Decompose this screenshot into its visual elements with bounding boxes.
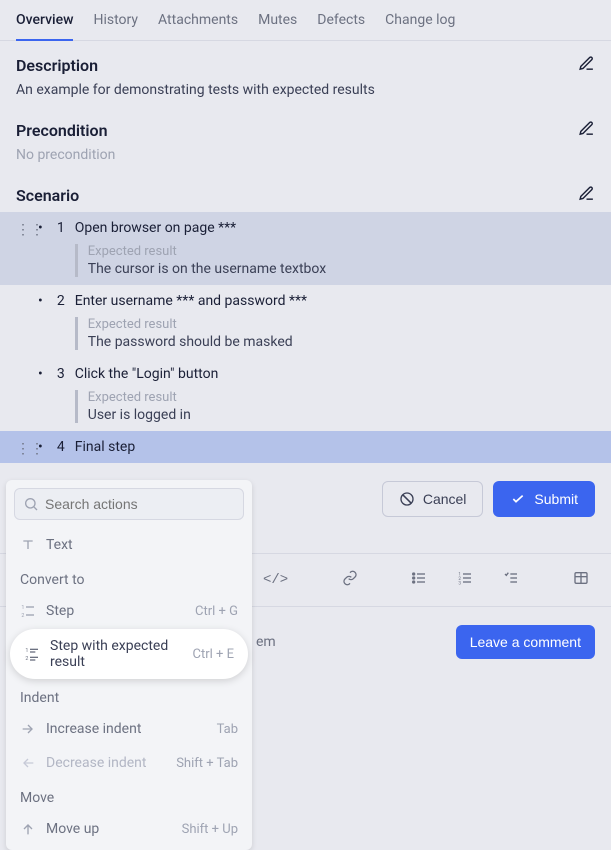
menu-item-move-up[interactable]: Move up Shift + Up <box>6 812 252 846</box>
step-text[interactable]: Final step <box>75 437 603 457</box>
step-expected-icon: 12 <box>24 646 40 662</box>
menu-item-shortcut: Ctrl + G <box>195 604 238 619</box>
expected-label: Expected result <box>88 317 603 332</box>
expected-label: Expected result <box>88 244 603 259</box>
submit-button[interactable]: Submit <box>493 481 595 517</box>
step-icon: 12 <box>20 603 36 619</box>
step-text[interactable]: Click the "Login" button <box>75 364 603 384</box>
tabs: Overview History Attachments Mutes Defec… <box>0 0 611 40</box>
step-text[interactable]: Enter username *** and password *** <box>75 291 603 311</box>
svg-text:1: 1 <box>25 648 28 654</box>
bullet-icon: • <box>38 439 43 455</box>
cancel-icon <box>399 491 415 507</box>
description-title: Description <box>16 56 98 75</box>
menu-item-label: Text <box>46 537 238 553</box>
scenario-step[interactable]: ⋮⋮ • 2 Enter username *** and password *… <box>0 285 611 358</box>
svg-text:3: 3 <box>459 581 462 586</box>
checklist-button[interactable] <box>497 566 525 594</box>
menu-search[interactable] <box>14 488 244 520</box>
svg-text:2: 2 <box>25 656 28 662</box>
tab-overview[interactable]: Overview <box>16 12 73 41</box>
cancel-label: Cancel <box>423 491 467 507</box>
tab-history[interactable]: History <box>93 12 138 40</box>
precondition-section: Precondition No precondition <box>0 98 611 163</box>
indent-right-icon <box>20 721 36 737</box>
leave-comment-button[interactable]: Leave a comment <box>456 625 595 659</box>
scenario-step[interactable]: ⋮⋮ • 4 Final step <box>0 431 611 463</box>
drag-handle-icon[interactable]: ⋮⋮ <box>16 441 28 457</box>
step-number: 2 <box>53 293 65 309</box>
scenario-title: Scenario <box>16 186 79 205</box>
bullet-icon: • <box>38 293 43 309</box>
table-button[interactable] <box>567 566 595 594</box>
expected-text[interactable]: The password should be masked <box>88 334 603 350</box>
step-text[interactable]: Open browser on page *** <box>75 218 603 238</box>
bullet-icon: • <box>38 366 43 382</box>
menu-item-shortcut: Shift + Tab <box>176 756 238 771</box>
edit-description-icon[interactable] <box>578 55 595 76</box>
bullet-list-button[interactable] <box>405 566 433 594</box>
step-number: 3 <box>53 366 65 382</box>
scenario-step[interactable]: ⋮⋮ • 1 Open browser on page *** Expected… <box>0 212 611 285</box>
menu-item-step-expected[interactable]: 12 Step with expected result Ctrl + E <box>10 629 248 679</box>
menu-group-move: Move <box>6 780 252 812</box>
indent-left-icon <box>20 755 36 771</box>
text-icon <box>20 537 36 553</box>
menu-item-label: Step <box>46 603 185 619</box>
step-number: 4 <box>53 439 65 455</box>
description-section: Description An example for demonstrating… <box>0 41 611 98</box>
expected-text[interactable]: The cursor is on the username textbox <box>88 261 603 277</box>
check-icon <box>510 491 526 507</box>
tab-mutes[interactable]: Mutes <box>258 12 297 40</box>
menu-item-shortcut: Shift + Up <box>182 822 238 837</box>
menu-item-decrease-indent[interactable]: Decrease indent Shift + Tab <box>6 746 252 780</box>
menu-item-label: Increase indent <box>46 721 207 737</box>
drag-handle-icon[interactable]: ⋮⋮ <box>16 222 28 238</box>
tab-changelog[interactable]: Change log <box>385 12 455 40</box>
menu-item-increase-indent[interactable]: Increase indent Tab <box>6 712 252 746</box>
menu-group-indent: Indent <box>6 680 252 712</box>
svg-text:2: 2 <box>21 613 24 619</box>
actions-menu: Text Convert to 12 Step Ctrl + G 12 Step… <box>6 480 252 850</box>
code-button[interactable]: </> <box>257 568 294 592</box>
menu-item-shortcut: Tab <box>217 722 238 737</box>
tab-defects[interactable]: Defects <box>317 12 365 40</box>
step-number: 1 <box>53 220 65 236</box>
edit-precondition-icon[interactable] <box>578 120 595 141</box>
svg-text:1: 1 <box>21 605 24 611</box>
description-body: An example for demonstrating tests with … <box>16 82 595 98</box>
menu-group-convert: Convert to <box>6 562 252 594</box>
menu-item-label: Decrease indent <box>46 755 166 771</box>
link-button[interactable] <box>336 566 364 594</box>
submit-label: Submit <box>534 491 578 507</box>
menu-item-label: Move up <box>46 821 172 837</box>
menu-search-input[interactable] <box>45 496 235 512</box>
expected-text[interactable]: User is logged in <box>88 407 603 423</box>
expected-label: Expected result <box>88 390 603 405</box>
edit-scenario-icon[interactable] <box>578 185 595 206</box>
scenario-section: Scenario ⋮⋮ • 1 Open browser on page ***… <box>0 163 611 463</box>
tab-attachments[interactable]: Attachments <box>158 12 238 40</box>
bullet-icon: • <box>38 220 43 236</box>
menu-item-shortcut: Ctrl + E <box>193 647 235 662</box>
arrow-up-icon <box>20 821 36 837</box>
menu-item-label: Step with expected result <box>50 638 183 670</box>
precondition-title: Precondition <box>16 121 108 140</box>
scenario-list: ⋮⋮ • 1 Open browser on page *** Expected… <box>0 212 611 463</box>
precondition-body: No precondition <box>16 147 595 163</box>
cancel-button[interactable]: Cancel <box>382 481 484 517</box>
ordered-list-button[interactable]: 123 <box>451 566 479 594</box>
scenario-step[interactable]: ⋮⋮ • 3 Click the "Login" button Expected… <box>0 358 611 431</box>
menu-item-step[interactable]: 12 Step Ctrl + G <box>6 594 252 628</box>
search-icon <box>23 496 39 512</box>
menu-item-text[interactable]: Text <box>6 528 252 562</box>
